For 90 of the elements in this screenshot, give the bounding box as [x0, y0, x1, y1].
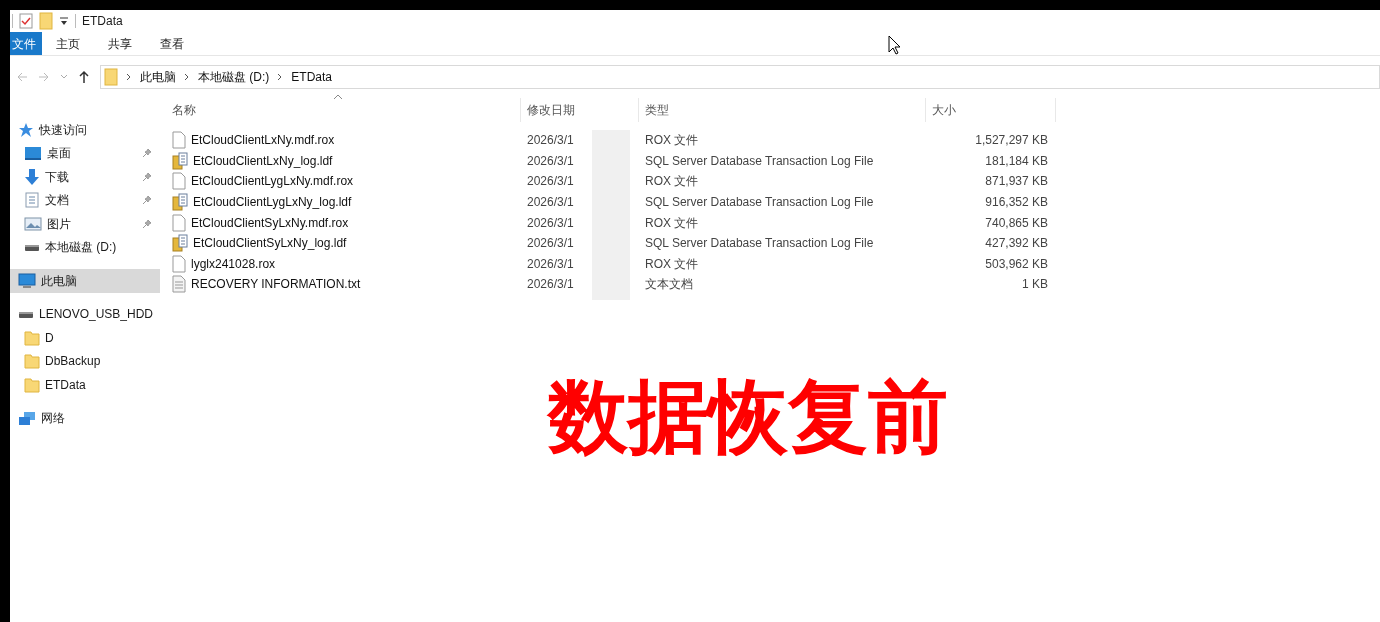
sidebar-item[interactable]: 网络	[10, 406, 160, 430]
size-cell-text: 1,527,297 KB	[974, 132, 1049, 150]
file-name[interactable]: EtCloudClientLygLxNy_log.ldf	[193, 193, 352, 212]
forward-arrow-icon[interactable]	[38, 71, 50, 83]
sidebar-item[interactable]: ETData	[10, 373, 160, 397]
size-cell-text: 871,937 KB	[984, 173, 1049, 191]
breadcrumb-item[interactable]: ETData	[291, 68, 332, 86]
folder-icon	[24, 375, 40, 394]
sidebar-item[interactable]: 快速访问	[10, 118, 160, 142]
file-icon	[172, 213, 186, 232]
address-bar[interactable]: 此电脑 本地磁盘 (D:) ETData	[100, 65, 1380, 89]
file-name[interactable]: lyglx241028.rox	[191, 254, 276, 273]
chevron-right-icon	[277, 73, 284, 81]
size-cell-text: 1 KB	[1021, 276, 1049, 294]
sidebar-item[interactable]: 本地磁盘 (D:)	[10, 235, 160, 259]
sort-caret-icon[interactable]	[334, 94, 342, 99]
ribbon-tab[interactable]: 主页	[42, 32, 94, 55]
type-cell-text: SQL Server Database Transaction Log File	[644, 194, 875, 212]
down-arrow-icon	[24, 167, 40, 186]
date-cell-text: 2026/3/1	[526, 152, 575, 170]
file-icon	[172, 254, 186, 273]
type-cell-text: 文本文档	[644, 276, 694, 294]
sidebar-item[interactable]: 图片	[10, 212, 160, 236]
document-icon	[24, 192, 40, 209]
type-cell-text: ROX 文件	[644, 132, 700, 150]
folder-icon	[24, 328, 40, 347]
file-icon	[172, 131, 186, 150]
window-title: ETData	[82, 13, 123, 30]
date-cell-text: 2026/3/1	[526, 194, 575, 212]
network-icon	[18, 410, 36, 427]
date-cell-text: 2026/3/1	[526, 214, 575, 232]
breadcrumb-item[interactable]: 本地磁盘 (D:)	[198, 68, 270, 86]
drive-icon	[24, 243, 40, 251]
column-header[interactable]: 大小	[926, 98, 1056, 122]
text-file-icon	[172, 275, 186, 294]
file-name[interactable]: EtCloudClientLxNy.mdf.rox	[191, 131, 335, 150]
log-file-icon	[172, 193, 188, 212]
size-cell-text: 503,962 KB	[984, 255, 1049, 273]
folder-icon	[104, 68, 118, 86]
picture-icon	[24, 215, 42, 232]
cursor-icon	[888, 35, 902, 55]
file-name[interactable]: EtCloudClientLxNy_log.ldf	[193, 151, 333, 170]
chevron-down-icon[interactable]	[60, 73, 68, 81]
sidebar-item[interactable]: 此电脑	[10, 269, 160, 293]
file-icon	[172, 172, 186, 191]
type-cell-text: ROX 文件	[644, 214, 700, 232]
monitor-icon	[24, 145, 42, 162]
column-header[interactable]: 名称	[166, 98, 521, 122]
sidebar-item[interactable]: D	[10, 326, 160, 350]
size-cell-text: 427,392 KB	[984, 235, 1049, 253]
dropdown-icon[interactable]	[59, 16, 69, 26]
size-cell-text: 916,352 KB	[984, 194, 1049, 212]
ribbon-tab[interactable]: 共享	[94, 32, 146, 55]
sidebar-item[interactable]: 桌面	[10, 141, 160, 165]
column-header[interactable]: 类型	[639, 98, 926, 122]
file-name[interactable]: EtCloudClientSyLxNy_log.ldf	[193, 234, 347, 253]
up-arrow-icon[interactable]	[78, 70, 90, 84]
drive-icon	[18, 310, 34, 318]
computer-icon	[18, 272, 36, 289]
folder-icon	[24, 352, 40, 371]
sidebar-item[interactable]: DbBackup	[10, 349, 160, 373]
star-icon	[18, 121, 34, 138]
chevron-right-icon	[126, 73, 132, 81]
log-file-icon	[172, 234, 188, 253]
type-cell-text: SQL Server Database Transaction Log File	[644, 152, 875, 170]
chevron-right-icon	[184, 73, 190, 81]
log-file-icon	[172, 151, 188, 170]
caption-text: 数据恢复前	[547, 376, 948, 456]
size-cell-text: 740,865 KB	[984, 214, 1049, 232]
sidebar-item[interactable]: LENOVO_USB_HDD	[10, 302, 160, 326]
ribbon-tab[interactable]: 查看	[146, 32, 198, 55]
sidebar-item[interactable]: 下载	[10, 165, 160, 189]
file-name[interactable]: EtCloudClientSyLxNy.mdf.rox	[191, 213, 349, 232]
date-cell-text: 2026/3/1	[526, 173, 575, 191]
back-arrow-icon[interactable]	[16, 71, 28, 83]
breadcrumb-item[interactable]: 此电脑	[140, 68, 176, 86]
type-cell-text: SQL Server Database Transaction Log File	[644, 235, 875, 253]
date-cell-text: 2026/3/1	[526, 276, 575, 294]
date-cell-text: 2026/3/1	[526, 132, 575, 150]
column-header[interactable]: 修改日期	[521, 98, 639, 122]
type-cell-text: ROX 文件	[644, 255, 700, 273]
type-cell-text: ROX 文件	[644, 173, 700, 191]
sidebar-item[interactable]: 文档	[10, 188, 160, 212]
checklist-icon[interactable]	[19, 13, 33, 29]
date-cell-text: 2026/3/1	[526, 235, 575, 253]
file-name[interactable]: EtCloudClientLygLxNy.mdf.rox	[191, 172, 354, 191]
size-cell-text: 181,184 KB	[984, 152, 1049, 170]
file-menu-button[interactable]: 文件	[10, 32, 42, 55]
file-name[interactable]: RECOVERY INFORMATION.txt	[191, 275, 361, 294]
date-cell-text: 2026/3/1	[526, 255, 575, 273]
